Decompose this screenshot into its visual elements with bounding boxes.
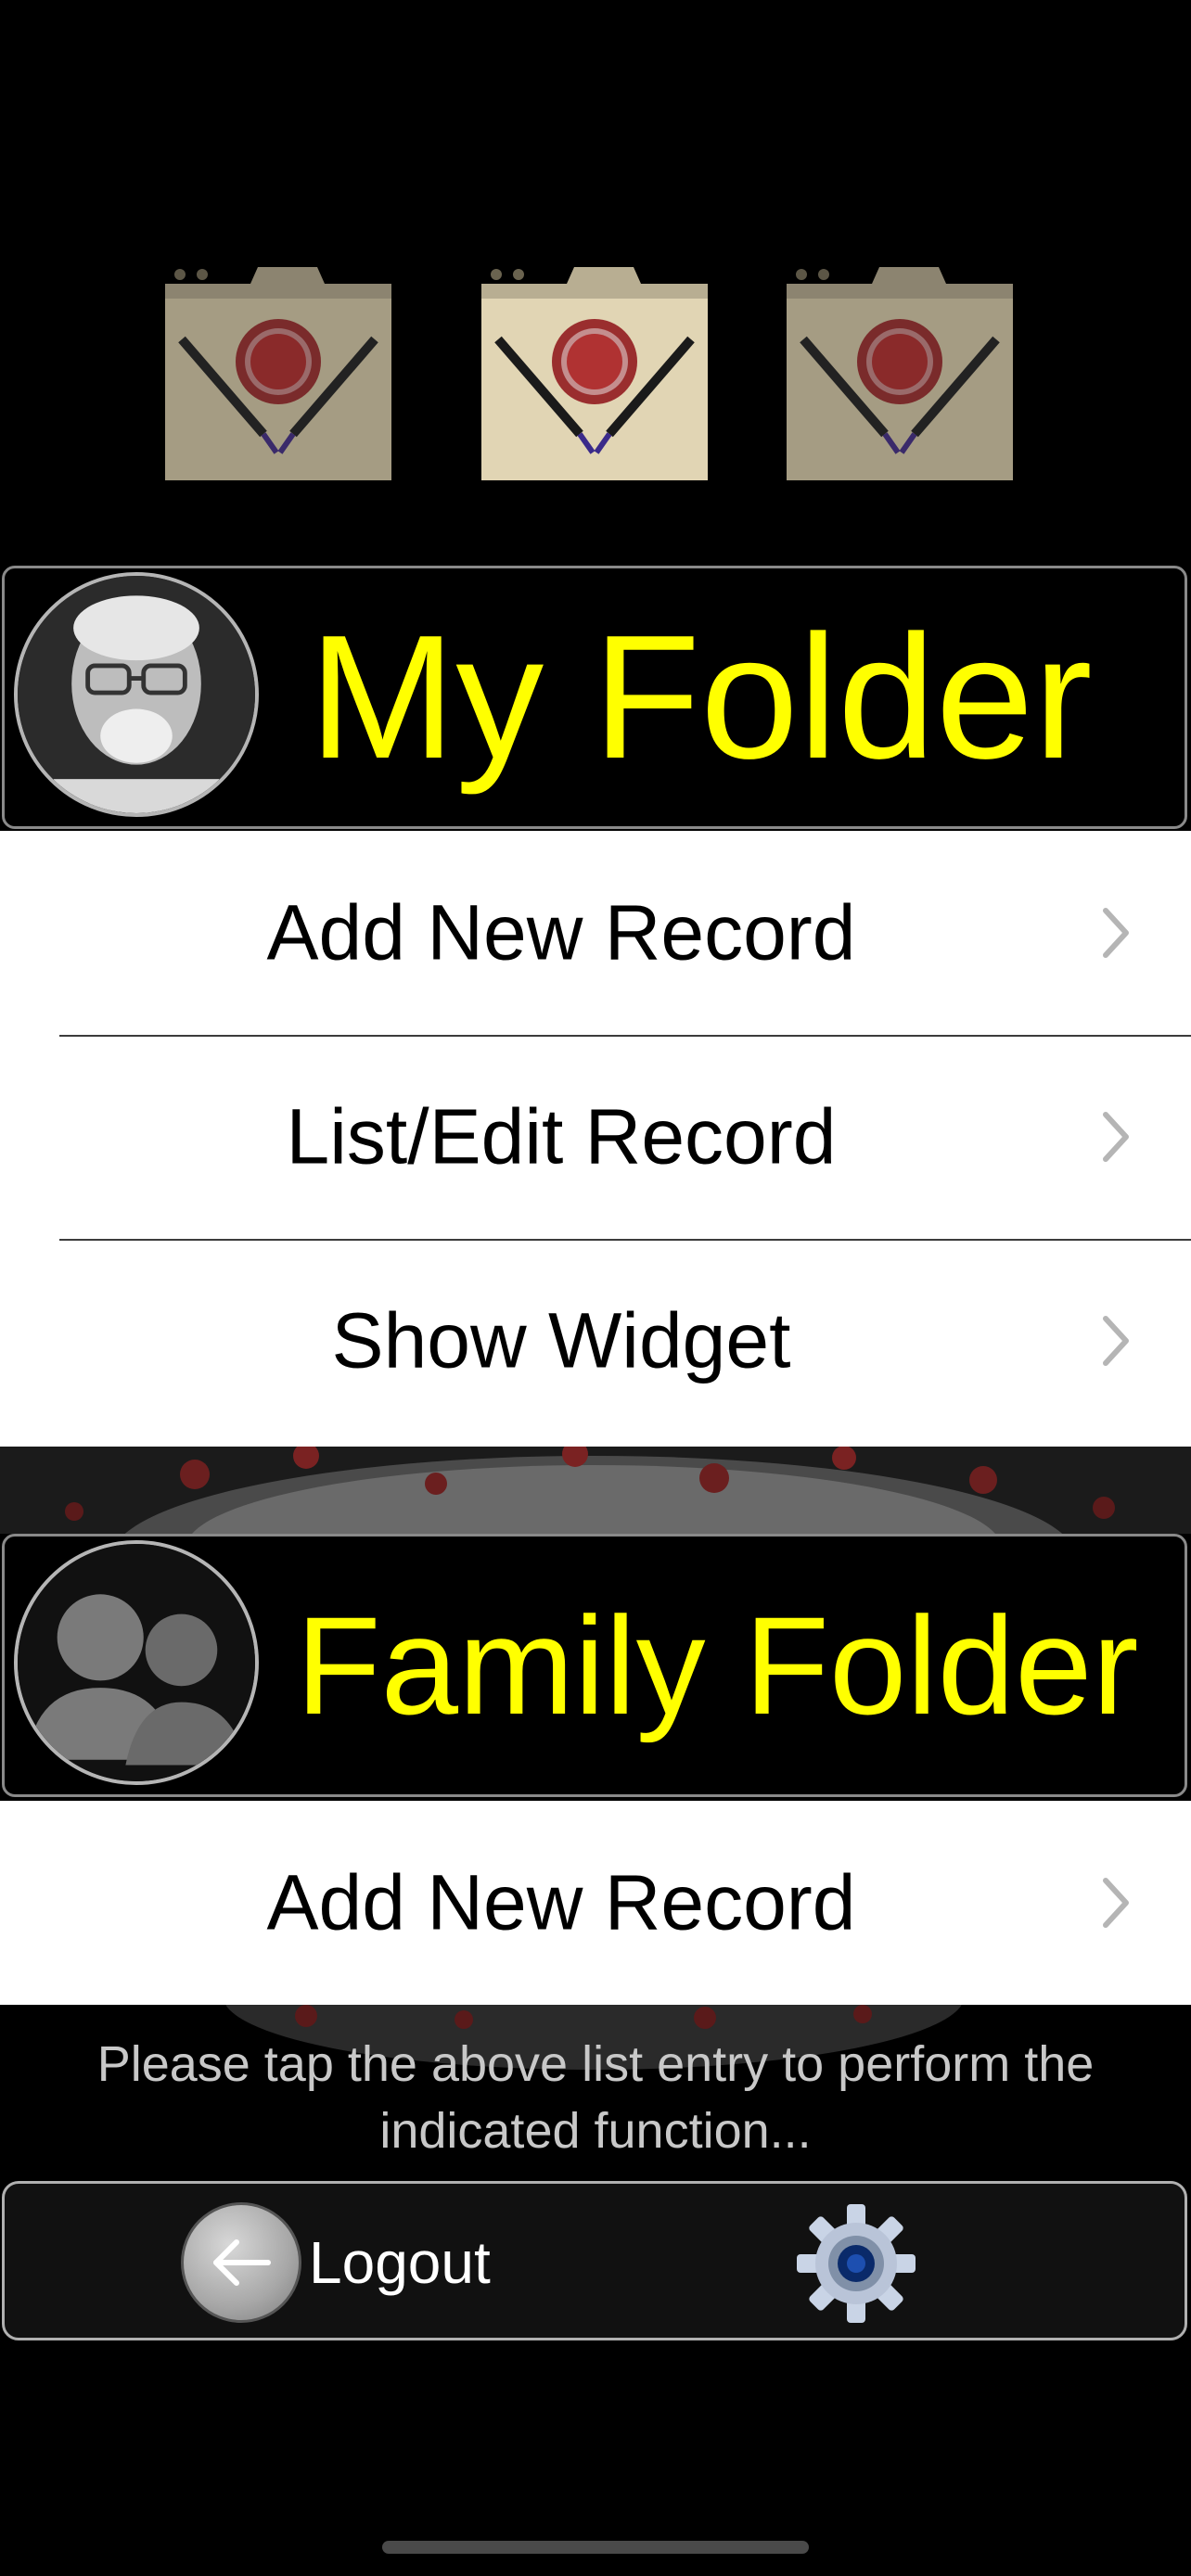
chevron-right-icon [1102, 1877, 1130, 1929]
gear-icon[interactable] [793, 2200, 919, 2327]
folder-selector [0, 250, 1191, 491]
user-photo-avatar [14, 572, 259, 817]
my-folder-header: My Folder [2, 566, 1187, 829]
vaccine-folder-icon[interactable] [783, 261, 1017, 484]
family-folder-header: Family Folder [2, 1534, 1187, 1797]
list-item-label: Add New Record [266, 1858, 856, 1946]
list-item-label: List/Edit Record [286, 1092, 837, 1180]
home-indicator[interactable] [382, 2541, 809, 2554]
vaccine-folder-icon[interactable] [478, 261, 711, 484]
arrow-left-icon [181, 2202, 301, 2323]
list-edit-record-button[interactable]: List/Edit Record [0, 1035, 1191, 1239]
chevron-right-icon [1102, 1315, 1130, 1367]
hint-line-1: Please tap the above list entry to perfo… [96, 2036, 1095, 2092]
chevron-right-icon [1102, 1111, 1130, 1163]
list-item-label: Show Widget [331, 1296, 791, 1384]
virus-background-image [0, 1447, 1191, 1534]
my-folder-list: Add New Record List/Edit Record Show Wid… [0, 831, 1191, 1447]
family-folder-title: Family Folder [296, 1588, 1139, 1743]
hint-text: Please tap the above list entry to perfo… [0, 2031, 1191, 2164]
hint-line-2: indicated function... [379, 2103, 812, 2159]
show-widget-button[interactable]: Show Widget [0, 1239, 1191, 1443]
family-placeholder-avatar [14, 1540, 259, 1785]
add-new-record-button[interactable]: Add New Record [0, 831, 1191, 1035]
logout-label: Logout [309, 2229, 491, 2296]
vaccine-folder-icon[interactable] [161, 261, 395, 484]
my-folder-title: My Folder [309, 599, 1093, 796]
list-item-label: Add New Record [266, 888, 856, 976]
bottom-toolbar: Logout [2, 2181, 1187, 2340]
family-folder-list: Add New Record [0, 1801, 1191, 2005]
chevron-right-icon [1102, 907, 1130, 959]
family-add-new-record-button[interactable]: Add New Record [0, 1801, 1191, 2005]
logout-button[interactable]: Logout [181, 2202, 491, 2323]
